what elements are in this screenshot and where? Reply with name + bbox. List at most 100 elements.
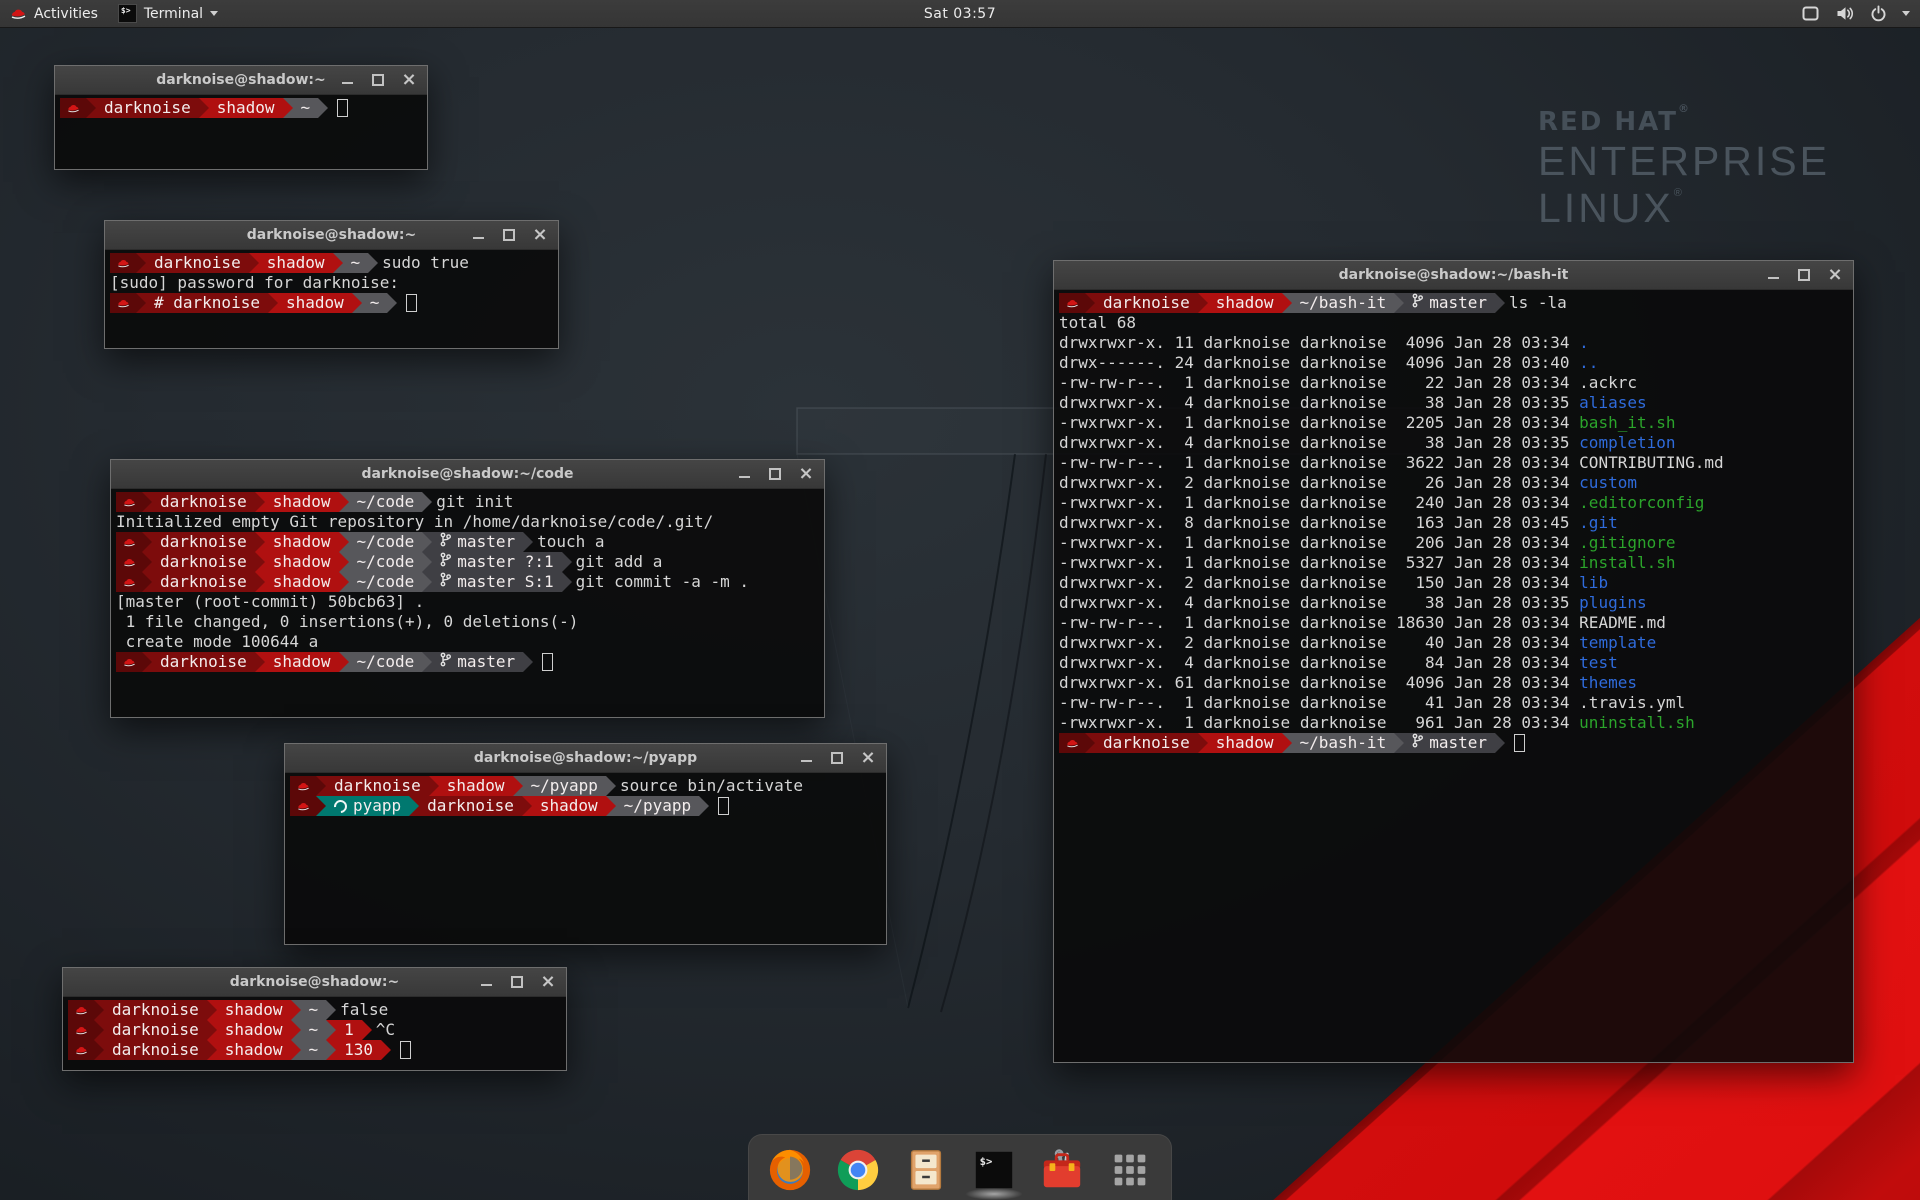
dock-item-firefox[interactable] [765,1145,815,1195]
minimize-button[interactable] [479,975,493,989]
close-button[interactable]: × [541,975,555,989]
prompt-segment-host: shadow [217,1000,291,1020]
maximize-button[interactable] [1797,268,1811,282]
dock-item-terminal[interactable]: $> [969,1145,1019,1195]
segment-label: darknoise [160,492,247,512]
prompt-segment-user: darknoise [104,1020,207,1040]
file-list-row: drwxrwxr-x. 4 darknoise darknoise 38 Jan… [1059,393,1848,413]
activities-label: Activities [34,6,98,22]
prompt-segment-user: # darknoise [146,293,268,313]
powerline-separator [429,776,439,796]
window-titlebar[interactable]: darknoise@shadow:~/code× [111,460,824,489]
prompt-segment-host: shadow [532,796,606,816]
minimize-button[interactable] [340,73,354,87]
segment-label: ~ [309,1040,319,1060]
terminal-body[interactable]: darknoiseshadow~falsedarknoiseshadow~1^C… [63,997,566,1070]
powerline-separator [409,796,419,816]
minimize-icon [342,82,353,84]
prompt-segment-host: shadow [265,492,339,512]
chevron-down-icon [1902,11,1910,16]
file-name: completion [1579,433,1675,453]
segment-label: master ?:1 [457,552,553,572]
close-button[interactable]: × [799,467,813,481]
powerline-separator [291,1040,301,1060]
powerline-separator [291,1020,301,1040]
minimize-button[interactable] [1766,268,1780,282]
file-name: .editorconfig [1579,493,1704,513]
segment-label: shadow [225,1040,283,1060]
prompt-segment-hat [1059,733,1085,753]
prompt-segment-exit: 1 [336,1020,362,1040]
window-titlebar[interactable]: darknoise@shadow:~× [105,221,558,250]
prompt-segment-git: master [1404,293,1495,313]
prompt-line: darknoiseshadow~1^C [68,1020,561,1040]
powerline-separator [422,652,432,672]
prompt-segment-user: darknoise [152,552,255,572]
window-controls: × [471,221,547,249]
prompt-command: sudo true [378,253,469,273]
redhat-icon [75,1005,88,1016]
minimize-button[interactable] [737,467,751,481]
powerline-separator [255,532,265,552]
prompt-segment-user: darknoise [419,796,522,816]
prompt-segment-host: shadow [265,572,339,592]
terminal-window-code: darknoise@shadow:~/code×darknoiseshadow~… [110,459,825,718]
prompt-command: git init [432,492,513,512]
file-list-row: drwxrwxr-x. 61 darknoise darknoise 4096 … [1059,673,1848,693]
activities-button[interactable]: Activities [0,0,108,27]
file-name: aliases [1579,393,1646,413]
system-status-area[interactable] [1801,0,1920,27]
window-titlebar[interactable]: darknoise@shadow:~× [55,66,427,95]
maximize-button[interactable] [510,975,524,989]
file-name: bash_it.sh [1579,413,1675,433]
file-name: .gitignore [1579,533,1675,553]
terminal-output-line: [sudo] password for darknoise: [110,273,553,293]
terminal-body[interactable]: darknoiseshadow~sudo true[sudo] password… [105,250,558,348]
terminal-body[interactable]: darknoiseshadow~/pyappsource bin/activat… [285,773,886,944]
file-list-row: -rw-rw-r--. 1 darknoise darknoise 18630 … [1059,613,1848,633]
file-list-row: drwxrwxr-x. 4 darknoise darknoise 38 Jan… [1059,593,1848,613]
terminal-app-menu[interactable]: $> Terminal [108,0,228,27]
powerline-separator [422,552,432,572]
segment-label: master [1429,733,1487,753]
clock-button[interactable]: Sat 03:57 [914,0,1006,27]
volume-icon [1835,5,1855,22]
terminal-cursor [400,1041,411,1059]
prompt-segment-hat [68,1000,94,1020]
file-list-row: drwxrwxr-x. 2 darknoise darknoise 26 Jan… [1059,473,1848,493]
maximize-button[interactable] [502,228,516,242]
close-button[interactable]: × [402,73,416,87]
prompt-segment-path: ~/bash-it [1292,293,1395,313]
dock-item-files[interactable] [901,1145,951,1195]
terminal-body[interactable]: darknoiseshadow~/bash-itmasterls -latota… [1054,290,1853,1062]
minimize-button[interactable] [799,751,813,765]
dock-item-app-grid[interactable] [1105,1145,1155,1195]
close-button[interactable]: × [533,228,547,242]
maximize-icon [831,752,843,764]
powerline-separator [94,1020,104,1040]
maximize-button[interactable] [830,751,844,765]
dock-item-chrome[interactable] [833,1145,883,1195]
powerline-separator [283,98,293,118]
powerline-separator [523,532,533,552]
prompt-segment-path: ~ [301,1020,327,1040]
segment-label: shadow [273,532,331,552]
dock-item-toolbox[interactable] [1037,1145,1087,1195]
terminal-body[interactable]: darknoiseshadow~ [55,95,427,169]
minimize-button[interactable] [471,228,485,242]
powerline-separator [422,572,432,592]
file-attributes: -rw-rw-r--. 1 darknoise darknoise 41 Jan… [1059,693,1579,713]
powerline-separator [318,98,328,118]
window-titlebar[interactable]: darknoise@shadow:~/bash-it× [1054,261,1853,290]
close-button[interactable]: × [1828,268,1842,282]
window-titlebar[interactable]: darknoise@shadow:~/pyapp× [285,744,886,773]
terminal-text: [master (root-commit) 50bcb63] . [116,592,424,612]
terminal-body[interactable]: darknoiseshadow~/codegit initInitialized… [111,489,824,717]
powerline-separator [339,652,349,672]
segment-label: shadow [273,492,331,512]
maximize-button[interactable] [371,73,385,87]
powerline-separator [1085,733,1095,753]
close-button[interactable]: × [861,751,875,765]
maximize-button[interactable] [768,467,782,481]
window-titlebar[interactable]: darknoise@shadow:~× [63,968,566,997]
